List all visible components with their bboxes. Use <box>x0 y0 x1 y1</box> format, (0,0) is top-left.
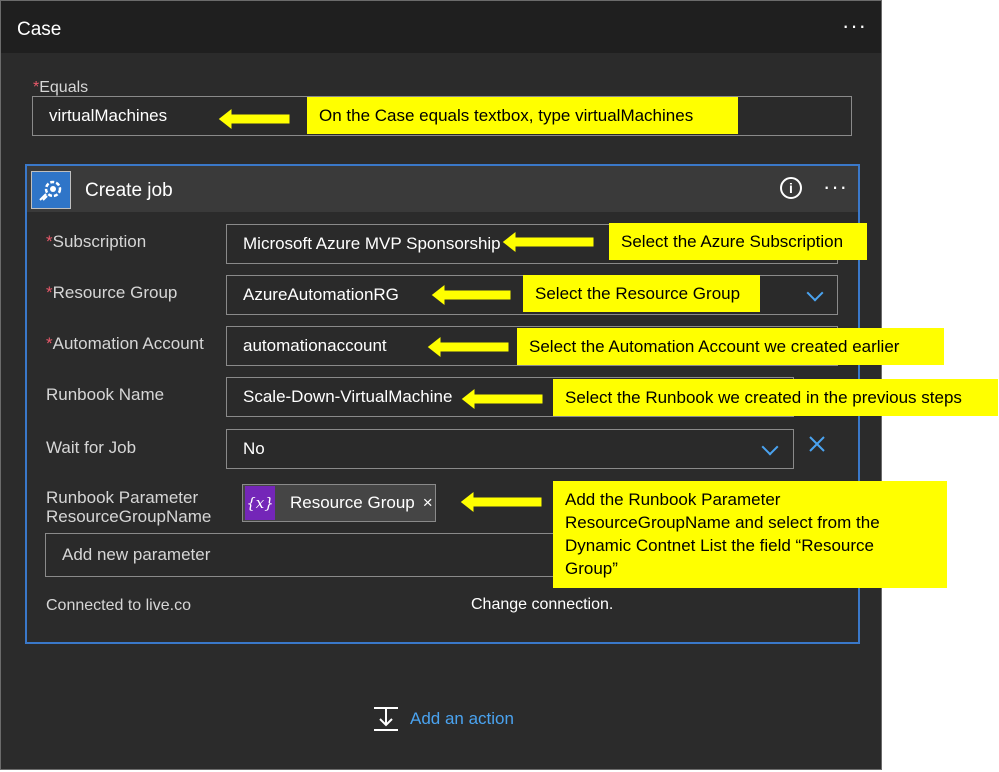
equals-label-wrap: *Equals <box>33 79 88 97</box>
equals-label: Equals <box>39 79 89 96</box>
resource-group-label-wrap: *Resource Group <box>46 283 177 303</box>
wait-for-job-value: No <box>243 439 265 458</box>
create-job-header[interactable]: Create job i ··· <box>27 166 858 212</box>
add-action-icon <box>374 707 398 731</box>
arrow-left-icon <box>459 489 543 515</box>
add-action-label: Add an action <box>410 709 514 728</box>
callout-resource-group: Select the Resource Group <box>523 275 760 312</box>
runbook-name-label: Runbook Name <box>46 385 165 404</box>
arrow-left-icon <box>430 282 512 308</box>
redacted-area <box>217 593 457 619</box>
create-job-title: Create job <box>85 180 173 201</box>
callout-parameter-line: Group” <box>565 559 618 578</box>
dynamic-content-icon: {x} <box>245 486 275 520</box>
automation-account-value: automationaccount <box>243 336 387 355</box>
case-header: Case ··· <box>1 1 881 53</box>
case-more-icon[interactable]: ··· <box>842 13 867 39</box>
required-marker: * <box>46 232 53 251</box>
info-icon[interactable]: i <box>780 177 802 199</box>
automation-account-label-wrap: *Automation Account <box>46 334 204 354</box>
card-more-icon[interactable]: ··· <box>823 174 848 200</box>
token-label: Resource Group <box>290 493 415 512</box>
callout-automation-account: Select the Automation Account we created… <box>517 328 944 365</box>
resource-group-label: Resource Group <box>52 283 178 302</box>
callout-parameter-line: ResourceGroupName and select from the <box>565 513 880 532</box>
add-parameter-placeholder: Add new parameter <box>62 545 211 564</box>
subscription-label-wrap: *Subscription <box>46 232 146 252</box>
arrow-left-icon <box>501 229 595 255</box>
remove-field-icon[interactable] <box>808 435 826 453</box>
automation-account-label: Automation Account <box>52 334 204 353</box>
wait-for-job-select[interactable]: No <box>226 429 794 469</box>
change-connection-link[interactable]: Change connection. <box>471 596 613 614</box>
automation-job-icon <box>31 171 71 209</box>
arrow-left-icon <box>460 386 544 412</box>
resource-group-token[interactable]: {x} Resource Group × <box>242 484 436 522</box>
callout-subscription: Select the Azure Subscription <box>609 223 867 260</box>
required-marker: * <box>46 283 53 302</box>
runbook-parameter-label-line1: Runbook Parameter <box>46 488 199 507</box>
arrow-left-icon <box>217 106 291 132</box>
runbook-parameter-label: Runbook Parameter ResourceGroupName <box>46 488 211 526</box>
runbook-name-value: Scale-Down-VirtualMachine <box>243 387 453 406</box>
connected-to-text: Connected to live.co <box>46 597 191 614</box>
equals-value: virtualMachines <box>49 106 168 125</box>
callout-runbook: Select the Runbook we created in the pre… <box>553 379 998 416</box>
subscription-value: Microsoft Azure MVP Sponsorship <box>243 234 501 253</box>
resource-group-value: AzureAutomationRG <box>243 285 399 304</box>
runbook-parameter-label-line2: ResourceGroupName <box>46 507 212 526</box>
required-marker: * <box>46 334 53 353</box>
token-remove-icon[interactable]: × <box>423 493 433 513</box>
add-action-button[interactable]: Add an action <box>372 705 514 733</box>
callout-equals: On the Case equals textbox, type virtual… <box>307 97 738 134</box>
case-title: Case <box>17 19 62 40</box>
subscription-label: Subscription <box>52 232 147 251</box>
callout-parameter-line: Add the Runbook Parameter <box>565 490 781 509</box>
callout-parameter: Add the Runbook Parameter ResourceGroupN… <box>553 481 947 588</box>
arrow-left-icon <box>426 334 510 360</box>
wait-for-job-label: Wait for Job <box>46 438 137 457</box>
callout-parameter-line: Dynamic Contnet List the field “Resource <box>565 536 874 555</box>
